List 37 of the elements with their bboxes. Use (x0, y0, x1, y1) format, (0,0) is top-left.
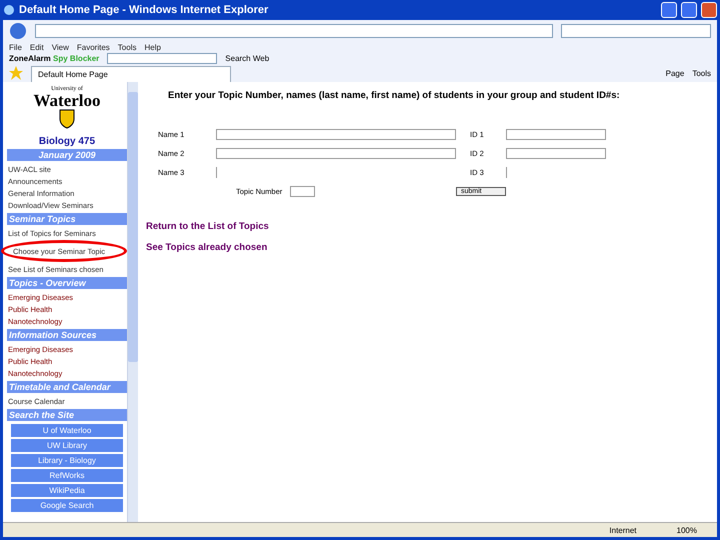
close-button[interactable] (701, 2, 717, 18)
toolbar-brand: ZoneAlarm Spy Blocker (9, 54, 100, 62)
section-heading: Timetable and Calendar (7, 381, 127, 393)
menu-item[interactable]: Favorites (76, 42, 110, 52)
menu-item[interactable]: Tools (118, 42, 136, 52)
browser-tab[interactable]: Default Home Page (31, 66, 231, 82)
section-heading: Information Sources (7, 329, 127, 341)
maximize-button[interactable] (681, 2, 697, 18)
crest-icon (59, 109, 75, 129)
command-button[interactable]: Tools (692, 68, 711, 78)
scrollbar-thumb[interactable] (128, 92, 138, 362)
menu-item[interactable]: File (9, 42, 22, 52)
form-heading: Enter your Topic Number, names (last name, first name) of students in your group and student ID#s: (168, 90, 621, 101)
back-icon[interactable] (9, 22, 27, 40)
command-button[interactable]: Page (666, 68, 684, 78)
window-title: Default Home Page - Windows Internet Explorer (19, 4, 270, 16)
minimize-button[interactable] (661, 2, 677, 18)
section-heading: Search the Site (7, 409, 127, 421)
section-heading: Seminar Topics (7, 213, 127, 225)
zone-status: Internet (609, 526, 637, 534)
section-heading: Topics - Overview (7, 277, 127, 289)
star-icon[interactable] (9, 66, 23, 80)
zoom-status[interactable]: 100% (676, 526, 697, 534)
browser-icon (3, 4, 15, 16)
search-web-button[interactable]: Search Web (225, 54, 270, 62)
course-title: Biology 475 (38, 136, 96, 147)
address-field[interactable] (35, 24, 553, 38)
page-link[interactable]: See Topics already chosen (146, 242, 717, 253)
toolbar-search-field[interactable] (107, 52, 218, 64)
logo-text: Waterloo (32, 92, 102, 109)
term-heading: January 2009 (7, 149, 127, 161)
menu-item[interactable]: Help (144, 42, 161, 52)
search-field[interactable] (561, 24, 711, 38)
menu-item[interactable]: View (52, 42, 69, 52)
menu-item[interactable]: Edit (30, 42, 44, 52)
topic-field[interactable] (290, 186, 316, 197)
page-link[interactable]: Return to the List of Topics (146, 221, 717, 232)
